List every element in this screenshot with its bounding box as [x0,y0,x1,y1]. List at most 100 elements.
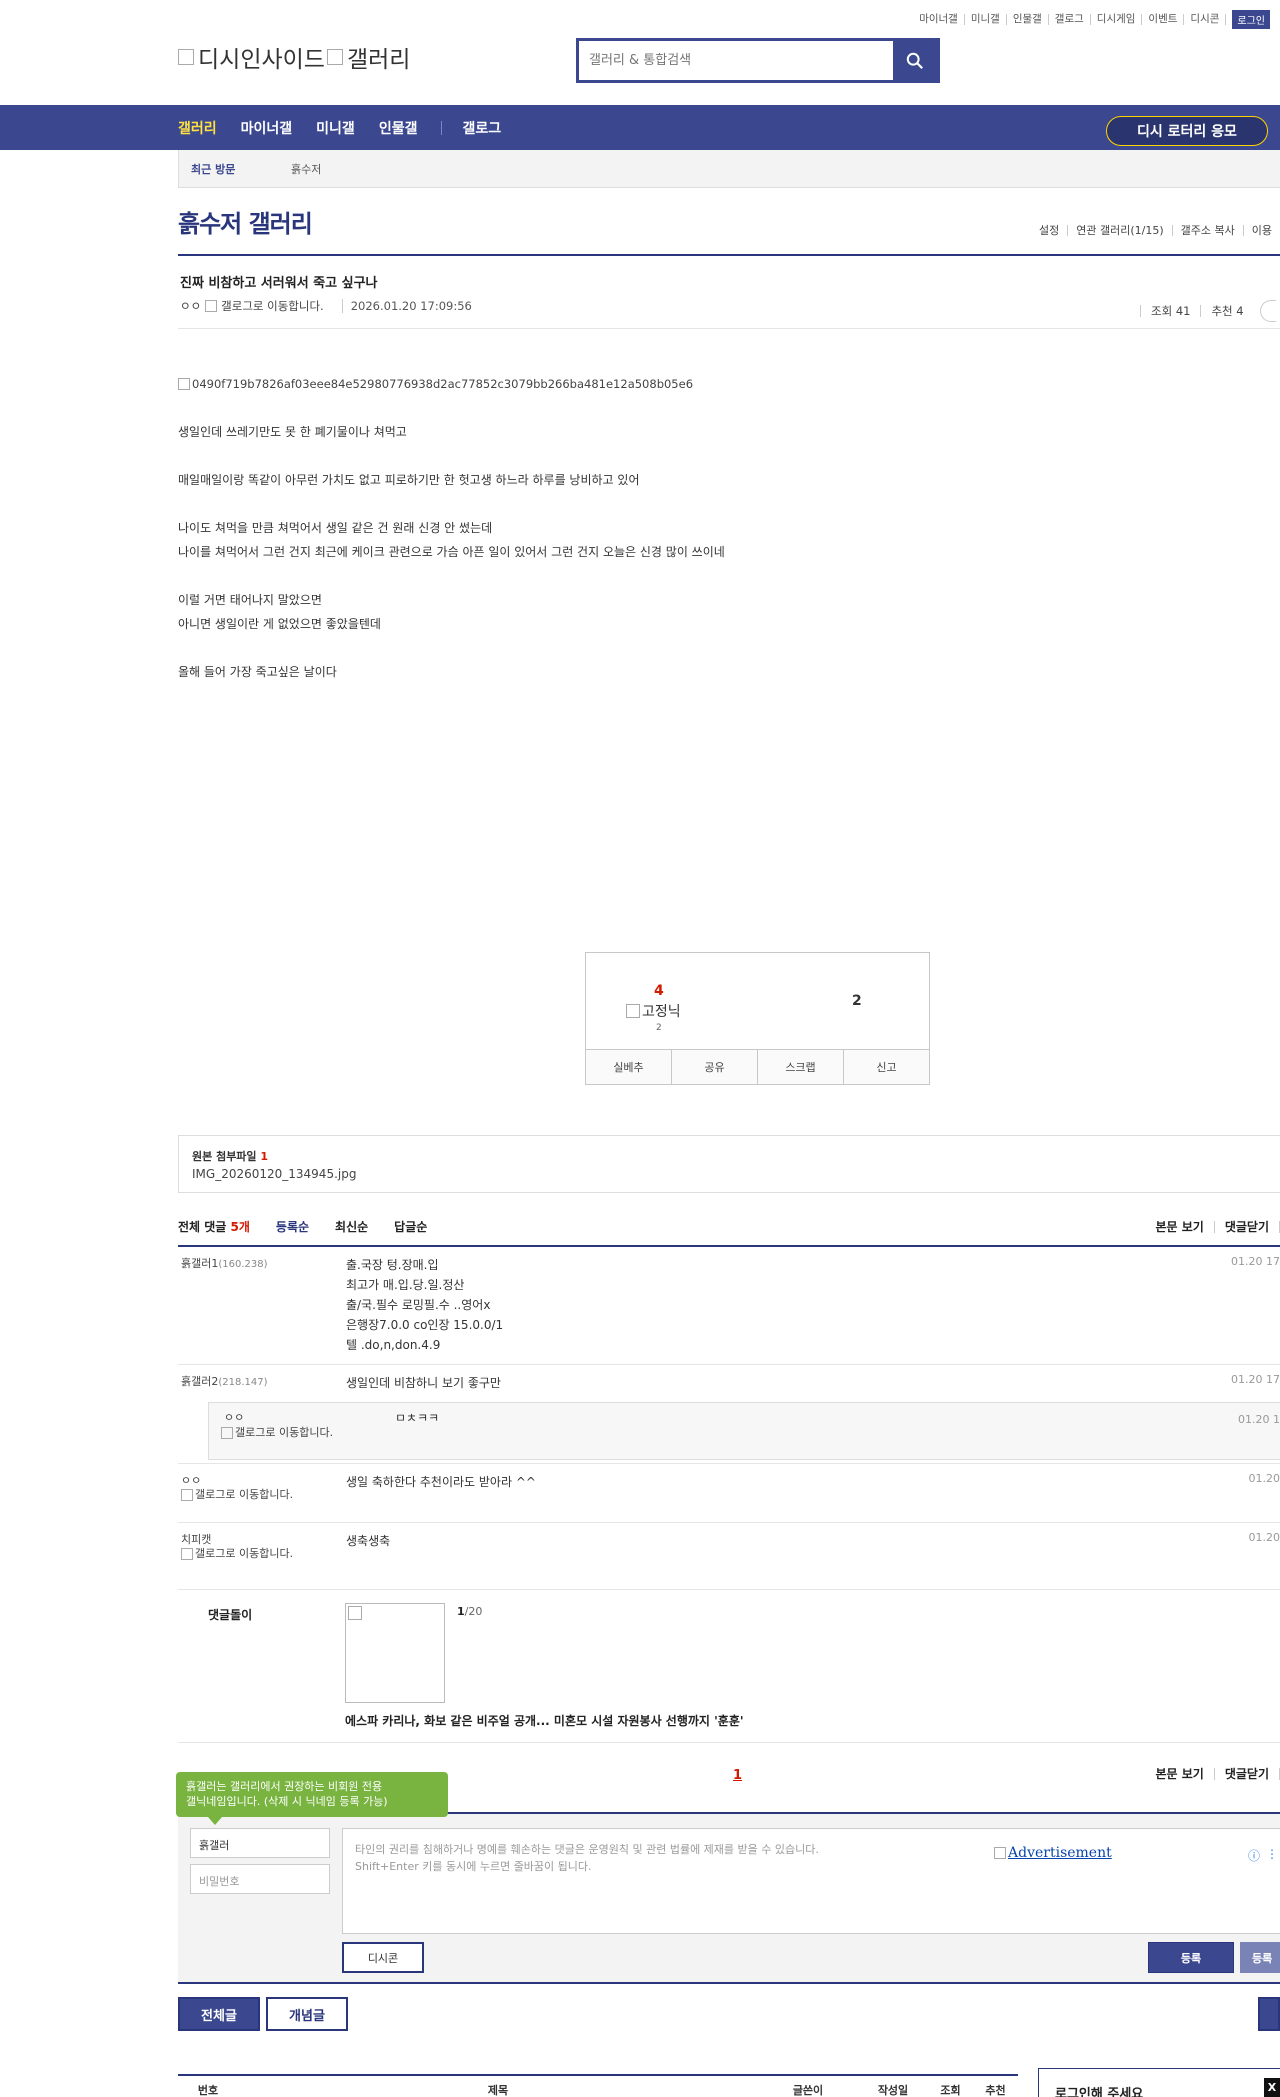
ad-info[interactable]: ⓘ ⋮ [1248,1847,1278,1864]
nav-person[interactable]: 인물갤 [379,118,418,138]
nickname-input[interactable]: 흙갤러 [190,1828,330,1858]
ad-page-indicator: 1/20 [457,1605,483,1618]
comment-nick[interactable]: 흙갤러2(218.147) [181,1373,268,1389]
attachment-file-link[interactable]: IMG_20260120_134945.jpg [192,1167,1267,1181]
recent-visit-label[interactable]: 최근 방문 [191,161,291,177]
util-link-minor[interactable]: 마이너갤 [913,14,965,25]
password-input[interactable]: 비밀번호 [190,1864,330,1894]
lottery-button[interactable]: 디시 로터리 응모 [1106,116,1268,146]
comment-nick[interactable]: 치피캣 갤로그로 이동합니다. [181,1531,293,1560]
header: 마이너갤 미니갤 인물갤 갤로그 디시게임 이벤트 디시콘 로그인 디시인사이드… [0,0,1280,105]
more-options-button[interactable] [1259,300,1276,322]
close-comments-link[interactable]: 댓글닫기 [1215,1220,1280,1233]
fixed-nick-count: 2 [656,1023,662,1033]
dccon-button[interactable]: 디시콘 [342,1942,424,1973]
comment-page-link[interactable]: 1 [733,1768,742,1783]
nav-gallog[interactable]: 갤로그 [462,118,501,138]
util-link-event[interactable]: 이벤트 [1142,14,1185,25]
ad-comment-nick: 댓글돌이 [208,1608,253,1622]
sort-latest[interactable]: 최신순 [335,1218,368,1235]
comment-item: ㅇㅇ 갤로그로 이동합니다. 생일 축하한다 추천이라도 받아라 ^^ 01.2… [178,1464,1280,1523]
attachment-box: 원본 첨부파일 1 IMG_20260120_134945.jpg [178,1135,1280,1193]
comment-textarea[interactable]: 타인의 권리를 침해하거나 명예를 훼손하는 댓글은 운영원칙 및 관련 법률에… [342,1828,1280,1934]
silver-recommend-button[interactable]: 실베추 [586,1050,672,1084]
post-info: ㅇㅇ 갤로그로 이동합니다. 2026.01.20 17:09:56 [180,298,472,314]
gallog-link[interactable]: 갤로그로 이동합니다. [181,1548,293,1560]
submit-alt-button[interactable]: 등록 [1240,1942,1280,1973]
advertisement-link[interactable]: Advertisement [994,1845,1112,1861]
post-line: 생일인데 쓰레기만도 못 한 폐기물이나 쳐먹고 [178,425,407,439]
ad-headline-link[interactable]: 에스파 카리나, 화보 같은 비주얼 공개... 미혼모 시설 자원봉사 선행까… [345,1712,744,1729]
gallery-settings-link[interactable]: 설정 [1031,225,1069,236]
divider [178,328,1280,329]
comment-body: 생일인데 비참하니 보기 좋구만 [346,1376,501,1390]
nav-minor[interactable]: 마이너갤 [241,118,293,138]
reply-nick[interactable]: ㅇㅇ [224,1409,244,1425]
write-button[interactable] [1258,1997,1280,2031]
logo-alt-gallery: 갤러리 [346,47,411,73]
sort-registered[interactable]: 등록순 [276,1218,309,1235]
copy-address-link[interactable]: 갤주소 복사 [1173,225,1244,236]
gallog-link[interactable]: 갤로그로 이동합니다. [221,298,324,314]
nav-mini[interactable]: 미니갤 [316,118,355,138]
share-button[interactable]: 공유 [672,1050,758,1084]
col-writer: 글쓴이 [792,2084,824,2097]
view-post-link[interactable]: 본문 보기 [1145,1220,1215,1233]
top-util-menu: 마이너갤 미니갤 인물갤 갤로그 디시게임 이벤트 디시콘 로그인 [913,10,1270,29]
broken-image-icon [626,1004,640,1018]
nav-gallery[interactable]: 갤러리 [178,118,217,138]
broken-image-icon [178,378,190,390]
close-ad-button[interactable]: X [1264,2078,1280,2097]
comment-item: 치피캣 갤로그로 이동합니다. 생축생축 01.20 [178,1523,1280,1590]
comment-date: 01.20 17 [1231,1255,1280,1268]
related-gallery-link[interactable]: 연관 갤러리(1/15) [1068,225,1173,236]
login-panel[interactable]: 로그인해 주세요 [1038,2068,1280,2097]
ad-thumbnail[interactable] [345,1603,445,1703]
post-views: 조회 41 [1140,305,1200,317]
col-title: 제목 [487,2084,509,2097]
scrap-button[interactable]: 스크랩 [758,1050,844,1084]
tab-concept-posts[interactable]: 개념글 [266,1997,348,2031]
broken-image-icon [205,300,218,312]
comment-nick[interactable]: ㅇㅇ 갤로그로 이동합니다. [181,1472,293,1501]
util-link-game[interactable]: 디시게임 [1091,14,1143,25]
fixed-nick-alt: 고정닉 [642,1004,681,1020]
recent-gallery-link[interactable]: 흙수저 [291,161,321,177]
site-logo[interactable]: 디시인사이드 갤러리 [178,40,410,74]
sort-replies[interactable]: 답글순 [394,1218,427,1235]
empty-line [178,396,725,420]
global-nav: 갤러리 마이너갤 미니갤 인물갤 갤로그 디시 로터리 응모 [0,105,1280,150]
view-post-link[interactable]: 본문 보기 [1145,1768,1215,1780]
attachment-label: 원본 첨부파일 1 [192,1150,269,1163]
comment-body: 출.국장 텅.장매.입 최고가 매.입.당.일.정산 출/국.필수 로밍필.수 … [346,1258,504,1352]
usage-link[interactable]: 이용 [1244,225,1280,236]
post-author[interactable]: ㅇㅇ [180,298,201,314]
comment-body: 생일 축하한다 추천이라도 받아라 ^^ [346,1475,536,1489]
search-input[interactable] [579,41,893,80]
fixed-nick-upvote[interactable]: 고정닉 [626,1001,681,1021]
post-line [178,444,725,468]
comment-nick[interactable]: 흙갤러1(160.238) [181,1255,268,1271]
gallog-link[interactable]: 갤로그로 이동합니다. [181,1489,293,1501]
util-link-mini[interactable]: 미니갤 [965,14,1007,25]
post-date: 2026.01.20 17:09:56 [341,299,472,313]
util-link-person[interactable]: 인물갤 [1007,14,1049,25]
post-line [178,492,725,516]
submit-button[interactable]: 등록 [1148,1942,1234,1973]
broken-image-icon [221,1427,233,1439]
gallog-link[interactable]: 갤로그로 이동합니다. [221,1427,333,1439]
tab-all-posts[interactable]: 전체글 [178,1997,260,2031]
post-line [178,636,725,660]
gallery-options: 설정 연관 갤러리(1/15) 갤주소 복사 이용 [1031,225,1280,236]
col-date: 작성일 [877,2084,909,2097]
util-link-gallog[interactable]: 갤로그 [1049,14,1091,25]
login-button[interactable]: 로그인 [1232,10,1270,29]
search-button[interactable] [893,41,937,80]
util-link-dccon[interactable]: 디시콘 [1184,14,1227,25]
report-button[interactable]: 신고 [844,1050,929,1084]
comments-header: 전체 댓글 5개 등록순 최신순 답글순 본문 보기 댓글닫기 [178,1218,1280,1235]
gallery-title[interactable]: 흙수저 갤러리 [178,204,313,239]
recent-visit-bar: 최근 방문 흙수저 [178,150,1280,188]
reply-date: 01.20 1 [1238,1413,1280,1426]
close-comments-link[interactable]: 댓글닫기 [1215,1768,1280,1780]
